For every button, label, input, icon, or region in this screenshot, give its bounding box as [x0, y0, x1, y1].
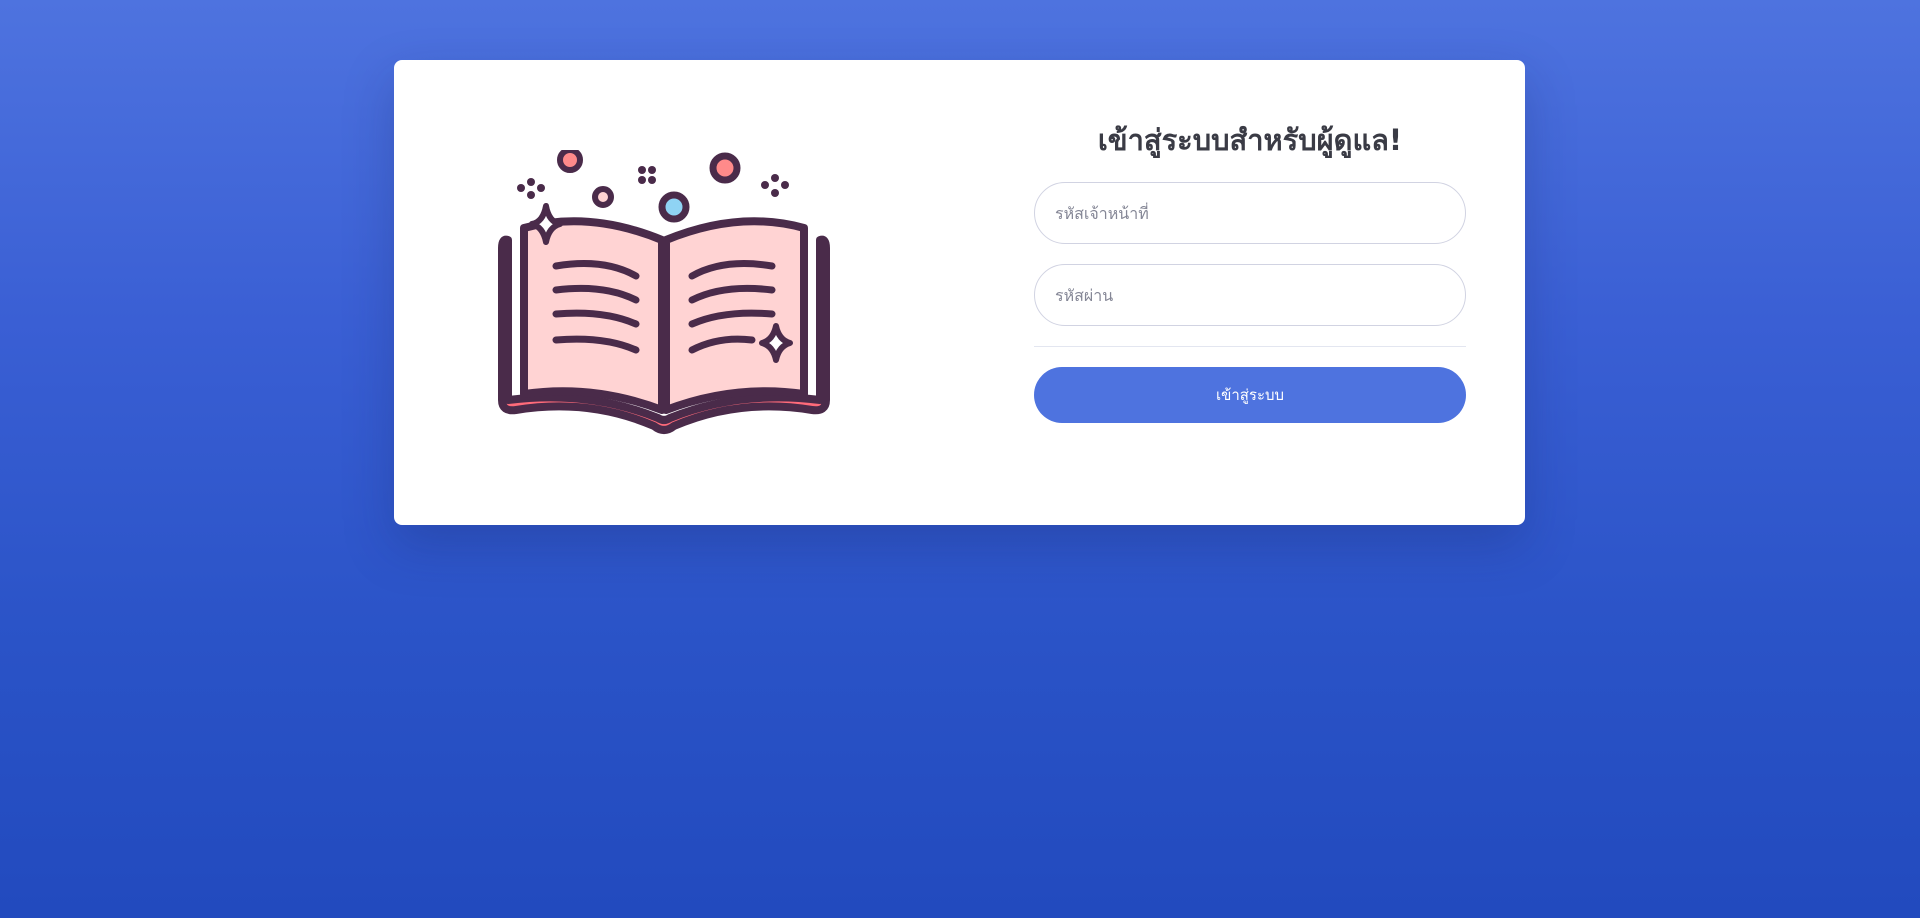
divider: [1034, 346, 1466, 347]
login-form: เข้าสู่ระบบสำหรับผู้ดูแล! เข้าสู่ระบบ: [1034, 115, 1466, 423]
open-book-icon: [494, 147, 834, 440]
page-title: เข้าสู่ระบบสำหรับผู้ดูแล!: [1097, 123, 1403, 157]
login-button[interactable]: เข้าสู่ระบบ: [1034, 367, 1466, 423]
officer-id-input[interactable]: [1034, 182, 1466, 244]
password-input[interactable]: [1034, 264, 1466, 326]
login-card: เข้าสู่ระบบสำหรับผู้ดูแล! เข้าสู่ระบบ: [394, 60, 1525, 525]
